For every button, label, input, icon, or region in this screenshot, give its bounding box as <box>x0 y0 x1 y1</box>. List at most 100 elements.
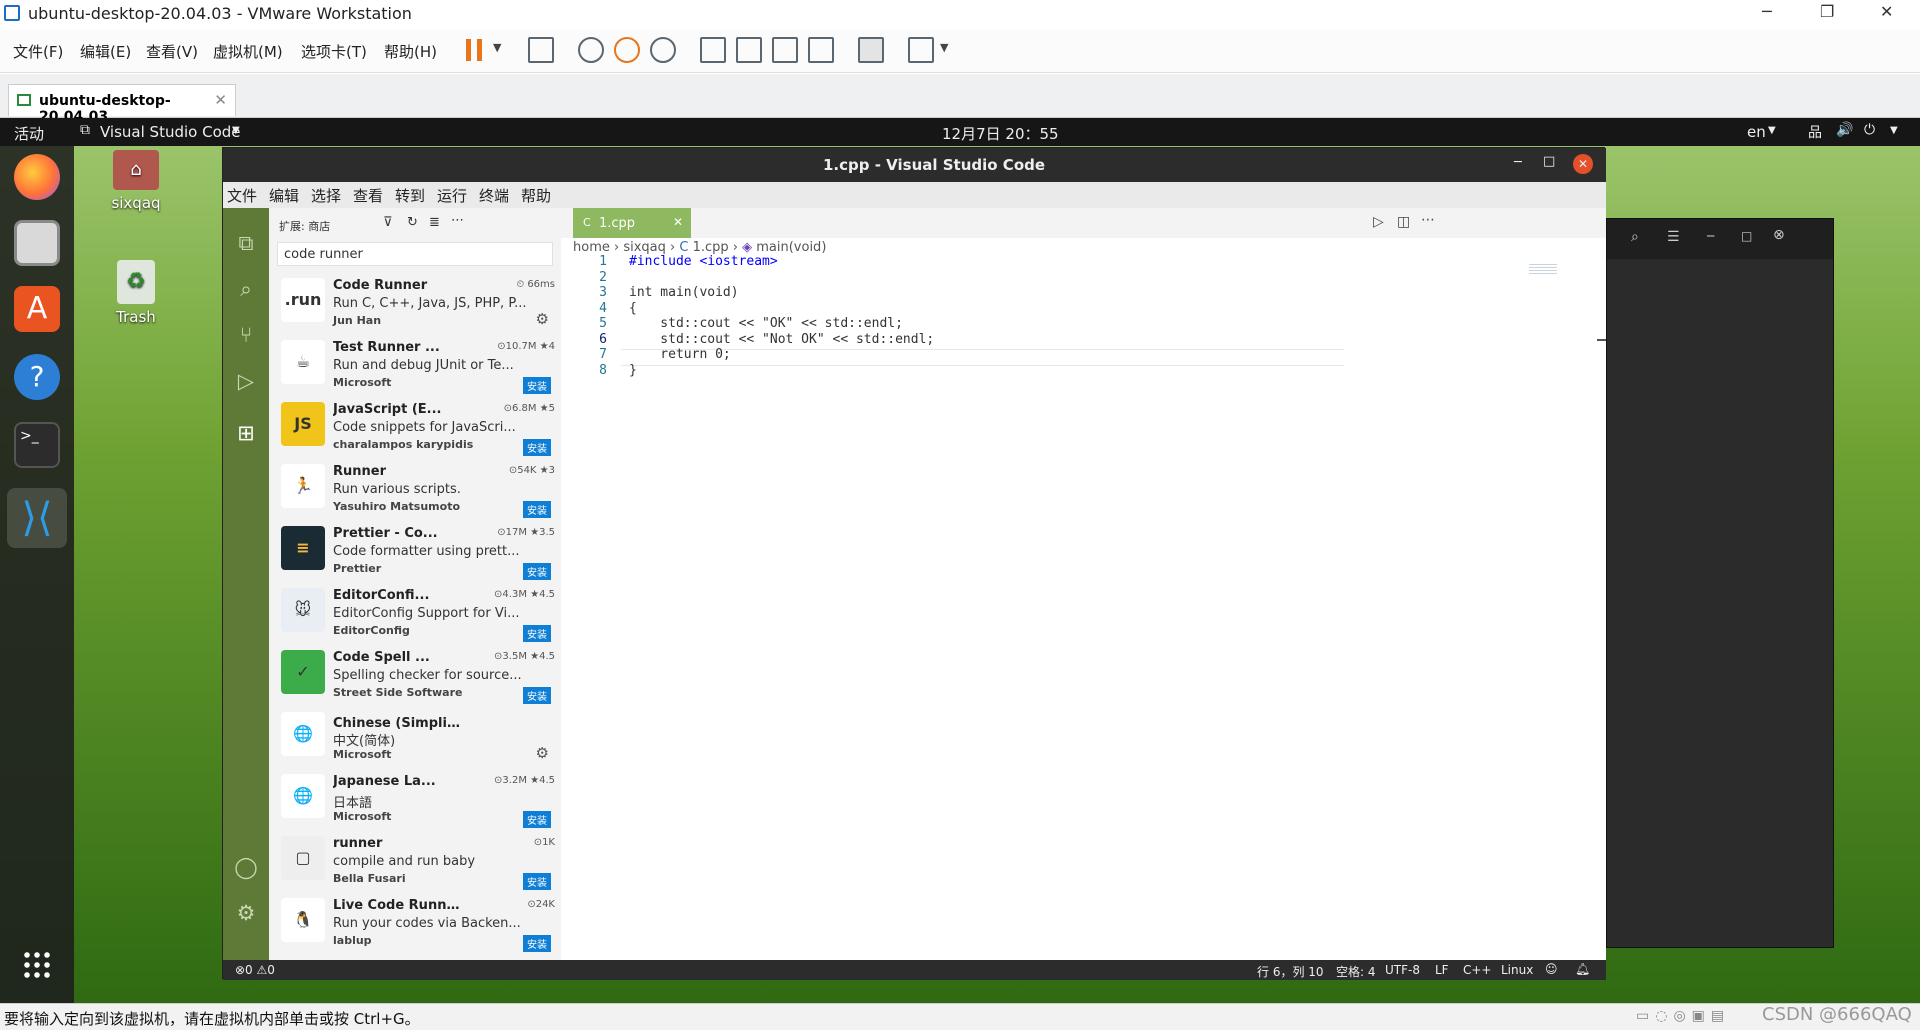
refresh-icon[interactable]: ↻ <box>407 215 418 230</box>
install-button[interactable]: 安装 <box>523 501 551 518</box>
extension-item[interactable]: ✓ Code Spell ... ⊙3.5M ★4.5 Spelling checke… <box>269 644 561 706</box>
close-icon[interactable]: ✕ <box>673 215 683 229</box>
fullscreen-icon[interactable] <box>772 37 798 63</box>
gear-icon[interactable]: ⚙ <box>233 900 259 926</box>
network-icon[interactable]: 品 <box>1808 122 1822 142</box>
install-button[interactable]: 安装 <box>523 439 551 456</box>
volume-icon[interactable]: 🔊 <box>1836 122 1853 138</box>
snapshot-icon[interactable] <box>578 37 604 63</box>
extension-item[interactable]: 🏃 Runner ⊙54K ★3 Run various scripts. Yasuhi… <box>269 458 561 520</box>
menu-run[interactable]: 运行 <box>437 185 467 206</box>
breadcrumb-home[interactable]: home <box>573 240 610 255</box>
scrollbar[interactable] <box>1597 254 1606 341</box>
minimize-icon[interactable]: ─ <box>1762 2 1772 21</box>
close-icon[interactable]: ✕ <box>1880 2 1893 21</box>
desktop-trash[interactable]: ♻ Trash <box>91 260 181 326</box>
breadcrumb-symbol[interactable]: main(void) <box>756 240 826 255</box>
extension-item[interactable]: 🐭 EditorConfi... ⊙4.3M ★4.5 EditorConfig Su… <box>269 582 561 644</box>
chevron-down-icon[interactable]: ▼ <box>232 125 240 136</box>
more-icon[interactable]: ⋯ <box>451 213 464 228</box>
install-button[interactable]: 安装 <box>523 935 551 952</box>
close-icon[interactable]: ✕ <box>1573 154 1593 174</box>
desktop-home-folder[interactable]: ⌂ sixqaq <box>91 150 181 212</box>
menu-view[interactable]: 查看(V) <box>146 41 198 62</box>
chevron-down-icon[interactable]: ▼ <box>1768 125 1776 136</box>
filter-icon[interactable]: ⊽ <box>383 215 393 230</box>
menu-terminal[interactable]: 终端 <box>479 185 509 206</box>
snapshot-manager-icon[interactable] <box>650 37 676 63</box>
problems-indicator[interactable]: ⊗0 ⚠0 <box>235 963 275 977</box>
extension-search-input[interactable]: code runner <box>277 242 553 266</box>
run-code-icon[interactable]: ▷ <box>1373 214 1384 230</box>
stretch-icon[interactable] <box>908 37 934 63</box>
extension-item[interactable]: ≡ Prettier - Co... ⊙17M ★3.5 Code formatter… <box>269 520 561 582</box>
chevron-down-icon[interactable]: ▼ <box>493 41 501 54</box>
menu-selection[interactable]: 选择 <box>311 185 341 206</box>
chevron-down-icon[interactable]: ▼ <box>1890 125 1898 136</box>
install-button[interactable]: 安装 <box>523 873 551 890</box>
power-icon[interactable]: ⏻ <box>1864 122 1875 138</box>
app-menu[interactable]: Visual Studio Code <box>100 123 241 141</box>
tab-1cpp[interactable]: C 1.cpp ✕ <box>573 208 691 238</box>
source-control-icon[interactable]: ⑂ <box>233 322 259 348</box>
background-window[interactable]: ⌕ ☰ ─ □ ⊗ <box>1606 218 1834 948</box>
gear-icon[interactable]: ⚙ <box>536 310 549 328</box>
close-icon[interactable]: ✕ <box>214 91 227 109</box>
breadcrumb-file[interactable]: 1.cpp <box>693 240 729 255</box>
breadcrumb-folder[interactable]: sixqaq <box>623 240 666 255</box>
send-ctrl-alt-del-icon[interactable] <box>528 37 554 63</box>
menu-tabs[interactable]: 选项卡(T) <box>301 41 367 62</box>
help-icon[interactable]: ? <box>14 354 60 400</box>
menu-help[interactable]: 帮助(H) <box>384 41 437 62</box>
cursor-position[interactable]: 行 6，列 10 <box>1257 963 1324 980</box>
install-button[interactable]: 安装 <box>523 687 551 704</box>
menu-go[interactable]: 转到 <box>395 185 425 206</box>
end-of-line[interactable]: LF <box>1435 963 1449 977</box>
input-language[interactable]: en <box>1747 123 1766 141</box>
thumbnail-icon[interactable] <box>736 37 762 63</box>
menu-file[interactable]: 文件(F) <box>13 41 63 62</box>
install-button[interactable]: 安装 <box>523 811 551 828</box>
activities-button[interactable]: 活动 <box>14 123 44 144</box>
extension-item[interactable]: JS JavaScript (E... ⊙6.8M ★5 Code snippets … <box>269 396 561 458</box>
search-icon[interactable]: ⌕ <box>1631 229 1639 245</box>
maximize-icon[interactable]: □ <box>1543 154 1555 169</box>
indentation[interactable]: 空格: 4 <box>1336 963 1376 980</box>
device-icons[interactable]: ▭◌◎▣▤ <box>1636 1008 1730 1024</box>
extensions-icon[interactable]: ⊞ <box>233 420 259 446</box>
gear-icon[interactable]: ⚙ <box>536 744 549 762</box>
menu-icon[interactable]: ☰ <box>1667 229 1680 245</box>
install-button[interactable]: 安装 <box>523 625 551 642</box>
minimize-icon[interactable]: ─ <box>1514 155 1522 170</box>
files-icon[interactable] <box>14 220 60 266</box>
extension-item[interactable]: 🌐 Chinese (Simplified) (简... 中文(简体)Microso… <box>269 706 561 768</box>
revert-snapshot-icon[interactable] <box>614 37 640 63</box>
encoding[interactable]: UTF-8 <box>1385 963 1420 977</box>
feedback-icon[interactable]: ☺ <box>1545 962 1558 976</box>
extension-item[interactable]: .run Code Runner ⏲ 66ms Run C, C++, Java, J… <box>269 272 561 334</box>
menu-edit[interactable]: 编辑 <box>269 185 299 206</box>
extension-item[interactable]: 🐧 Live Code Runner ⊙24K Run your codes via … <box>269 892 561 954</box>
menu-help[interactable]: 帮助 <box>521 185 551 206</box>
chevron-down-icon[interactable]: ▼ <box>940 41 948 54</box>
clear-icon[interactable]: ≣ <box>429 215 440 230</box>
notifications-icon[interactable]: 🔔︎ <box>1575 962 1590 976</box>
tab-vm[interactable]: ubuntu-desktop-20.04.03 ✕ <box>8 84 236 125</box>
minimize-icon[interactable]: ─ <box>1707 229 1714 243</box>
minimap[interactable] <box>1529 264 1557 274</box>
console-icon[interactable] <box>858 37 884 63</box>
maximize-icon[interactable]: □ <box>1741 229 1752 243</box>
menu-vm[interactable]: 虚拟机(M) <box>213 41 283 62</box>
menu-edit[interactable]: 编辑(E) <box>80 41 131 62</box>
pause-icon[interactable] <box>466 39 482 61</box>
clock[interactable]: 12月7日 20：55 <box>942 123 1059 144</box>
install-button[interactable]: 安装 <box>523 563 551 580</box>
software-icon[interactable]: A <box>14 286 60 332</box>
explorer-icon[interactable]: ⧉ <box>233 230 259 256</box>
menu-view[interactable]: 查看 <box>353 185 383 206</box>
run-debug-icon[interactable]: ▷ <box>233 368 259 394</box>
sidebar-toggle-icon[interactable] <box>700 37 726 63</box>
language-mode[interactable]: C++ <box>1463 963 1492 977</box>
firefox-icon[interactable] <box>14 154 60 200</box>
account-icon[interactable]: ◯ <box>233 854 259 880</box>
